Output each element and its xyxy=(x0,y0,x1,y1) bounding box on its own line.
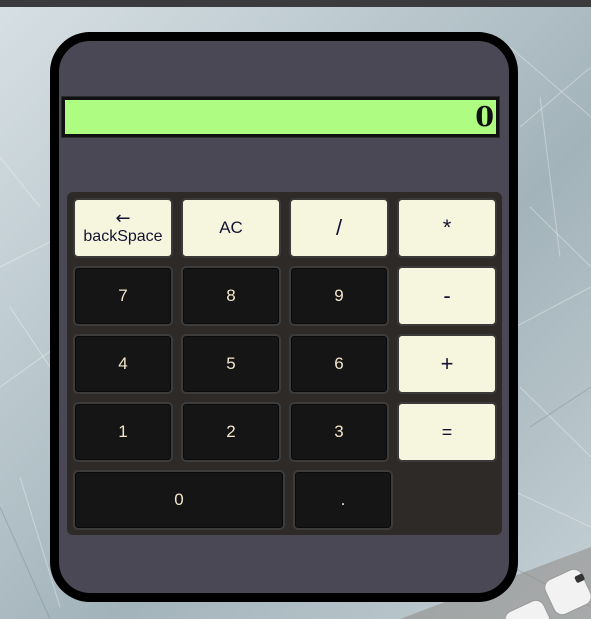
divide-button[interactable]: / xyxy=(289,198,389,258)
display-value: 0 xyxy=(475,101,494,133)
digit-9-button[interactable]: 9 xyxy=(289,266,389,326)
calculator: 0 ← backSpace AC / * 7 8 9 - 4 5 6 + 1 2… xyxy=(50,32,518,602)
multiply-button[interactable]: * xyxy=(397,198,497,258)
digit-7-button[interactable]: 7 xyxy=(73,266,173,326)
window-top-strip xyxy=(0,0,591,7)
digit-4-button[interactable]: 4 xyxy=(73,334,173,394)
digit-0-button[interactable]: 0 xyxy=(73,470,285,530)
digit-1-button[interactable]: 1 xyxy=(73,402,173,462)
backspace-button[interactable]: ← backSpace xyxy=(73,198,173,258)
decimal-button[interactable]: . xyxy=(293,470,393,530)
digit-8-button[interactable]: 8 xyxy=(181,266,281,326)
display-screen: 0 xyxy=(62,97,499,137)
left-arrow-icon: ← xyxy=(115,207,131,229)
equals-button[interactable]: = xyxy=(397,402,497,462)
clear-button[interactable]: AC xyxy=(181,198,281,258)
plus-button[interactable]: + xyxy=(397,334,497,394)
backspace-label: backSpace xyxy=(83,227,163,245)
digit-6-button[interactable]: 6 xyxy=(289,334,389,394)
digit-3-button[interactable]: 3 xyxy=(289,402,389,462)
backspace-content: ← backSpace xyxy=(83,207,163,245)
minus-button[interactable]: - xyxy=(397,266,497,326)
digit-2-button[interactable]: 2 xyxy=(181,402,281,462)
keypad: ← backSpace AC / * 7 8 9 - 4 5 6 + 1 2 3… xyxy=(67,192,502,535)
digit-5-button[interactable]: 5 xyxy=(181,334,281,394)
